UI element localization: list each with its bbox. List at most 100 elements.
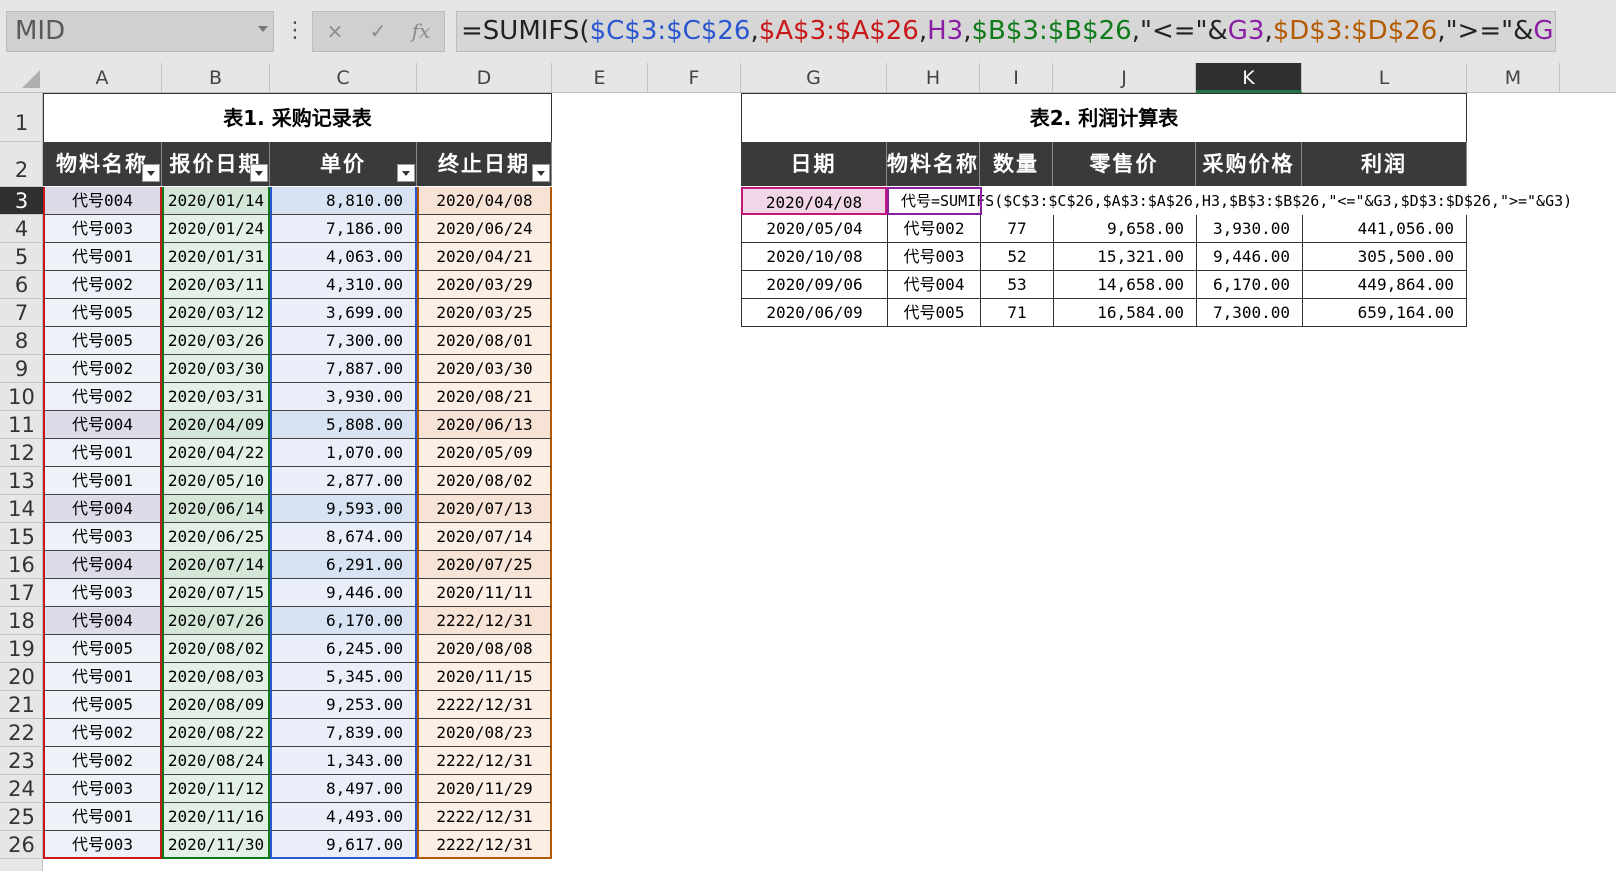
table2-cell[interactable]: 14,658.00 (1053, 271, 1196, 299)
row-header-10[interactable]: 10 (0, 383, 43, 411)
table1-cell[interactable]: 2,877.00 (270, 467, 417, 495)
table2-cell[interactable]: 52 (980, 243, 1053, 271)
table1-cell[interactable]: 4,063.00 (270, 243, 417, 271)
table1-cell[interactable]: 2020/05/09 (417, 439, 552, 467)
table1-cell[interactable]: 代号002 (43, 271, 162, 299)
table1-cell[interactable]: 2020/07/25 (417, 551, 552, 579)
table1-cell[interactable]: 2222/12/31 (417, 691, 552, 719)
table2-cell[interactable]: 代号005 (887, 299, 980, 327)
table2-header-6[interactable]: 利润 (1302, 142, 1467, 186)
table2-cell[interactable]: 305,500.00 (1302, 243, 1467, 271)
table1-cell[interactable]: 2020/08/21 (417, 383, 552, 411)
column-header-c[interactable]: C (270, 63, 417, 93)
table2-header-1[interactable]: 日期 (741, 142, 887, 186)
table1-cell[interactable]: 3,699.00 (270, 299, 417, 327)
table1-cell[interactable]: 2020/11/16 (162, 803, 270, 831)
table1-cell[interactable]: 2222/12/31 (417, 803, 552, 831)
table2-cell[interactable]: 2020/06/09 (741, 299, 887, 327)
table1-cell[interactable]: 6,291.00 (270, 551, 417, 579)
table1-cell[interactable]: 2020/07/13 (417, 495, 552, 523)
filter-dropdown-icon[interactable] (532, 164, 550, 182)
table2-header-2[interactable]: 物料名称 (887, 142, 980, 186)
table1-cell[interactable]: 2020/08/08 (417, 635, 552, 663)
row-header-11[interactable]: 11 (0, 411, 43, 439)
table1-cell[interactable]: 4,310.00 (270, 271, 417, 299)
table2-cell[interactable]: 449,864.00 (1302, 271, 1467, 299)
row-header-20[interactable]: 20 (0, 663, 43, 691)
table1-cell[interactable]: 8,810.00 (270, 187, 417, 215)
table1-cell[interactable]: 2020/06/24 (417, 215, 552, 243)
row-header-2[interactable]: 2 (0, 142, 43, 187)
row-header-4[interactable]: 4 (0, 215, 43, 243)
table1-cell[interactable]: 9,617.00 (270, 831, 417, 859)
name-box[interactable]: MID (6, 11, 274, 52)
table1-cell[interactable]: 2020/03/29 (417, 271, 552, 299)
row-header-9[interactable]: 9 (0, 355, 43, 383)
table1-cell[interactable]: 6,245.00 (270, 635, 417, 663)
column-header-l[interactable]: L (1302, 63, 1467, 93)
table1-cell[interactable]: 2020/08/03 (162, 663, 270, 691)
table1-cell[interactable]: 代号001 (43, 243, 162, 271)
column-header-i[interactable]: I (980, 63, 1053, 93)
table1-cell[interactable]: 代号003 (43, 831, 162, 859)
table2-cell[interactable]: 2020/10/08 (741, 243, 887, 271)
table2-cell[interactable]: 15,321.00 (1053, 243, 1196, 271)
column-header-d[interactable]: D (417, 63, 552, 93)
table1-cell[interactable]: 2222/12/31 (417, 747, 552, 775)
active-cell-editor[interactable]: 代号=SUMIFS($C$3:$C$26,$A$3:$A$26,H3,$B$3:… (887, 187, 1607, 215)
row-header-14[interactable]: 14 (0, 495, 43, 523)
table1-cell[interactable]: 7,839.00 (270, 719, 417, 747)
table1-cell[interactable]: 2020/08/01 (417, 327, 552, 355)
row-header-16[interactable]: 16 (0, 551, 43, 579)
column-header-f[interactable]: F (648, 63, 741, 93)
table1-cell[interactable]: 代号003 (43, 579, 162, 607)
table1-cell[interactable]: 代号003 (43, 523, 162, 551)
column-header-g[interactable]: G (741, 63, 887, 93)
table1-cell[interactable]: 2020/03/30 (417, 355, 552, 383)
table2-cell[interactable]: 659,164.00 (1302, 299, 1467, 327)
column-header-h[interactable]: H (887, 63, 980, 93)
row-header-24[interactable]: 24 (0, 775, 43, 803)
table1-cell[interactable]: 代号004 (43, 495, 162, 523)
table1-cell[interactable]: 2222/12/31 (417, 831, 552, 859)
table2-cell[interactable]: 3,930.00 (1196, 215, 1302, 243)
row-header-6[interactable]: 6 (0, 271, 43, 299)
row-header-22[interactable]: 22 (0, 719, 43, 747)
row-header-7[interactable]: 7 (0, 299, 43, 327)
table1-cell[interactable]: 7,887.00 (270, 355, 417, 383)
table1-cell[interactable]: 2020/04/22 (162, 439, 270, 467)
table1-cell[interactable]: 代号001 (43, 439, 162, 467)
row-header-15[interactable]: 15 (0, 523, 43, 551)
table1-cell[interactable]: 2020/08/02 (417, 467, 552, 495)
column-header-k[interactable]: K (1196, 63, 1302, 93)
column-header-b[interactable]: B (162, 63, 270, 93)
table1-cell[interactable]: 2020/08/22 (162, 719, 270, 747)
table1-cell[interactable]: 代号002 (43, 383, 162, 411)
table1-cell[interactable]: 代号001 (43, 803, 162, 831)
table1-cell[interactable]: 代号002 (43, 719, 162, 747)
table1-cell[interactable]: 9,593.00 (270, 495, 417, 523)
row-header-21[interactable]: 21 (0, 691, 43, 719)
table2-cell[interactable]: 代号002 (887, 215, 980, 243)
cancel-icon[interactable]: × (315, 12, 355, 51)
table1-cell[interactable]: 7,186.00 (270, 215, 417, 243)
filter-dropdown-icon[interactable] (397, 164, 415, 182)
table1-cell[interactable]: 2020/03/12 (162, 299, 270, 327)
column-header-a[interactable]: A (43, 63, 162, 93)
table2-cell[interactable]: 77 (980, 215, 1053, 243)
table1-cell[interactable]: 2020/11/29 (417, 775, 552, 803)
table1-cell[interactable]: 2020/08/24 (162, 747, 270, 775)
filter-dropdown-icon[interactable] (142, 164, 160, 182)
table1-cell[interactable]: 2020/08/09 (162, 691, 270, 719)
table1-cell[interactable]: 代号005 (43, 299, 162, 327)
column-header-e[interactable]: E (552, 63, 648, 93)
table1-cell[interactable]: 代号005 (43, 635, 162, 663)
table1-cell[interactable]: 8,497.00 (270, 775, 417, 803)
row-header-19[interactable]: 19 (0, 635, 43, 663)
formula-input[interactable]: =SUMIFS($C$3:$C$26,$A$3:$A$26,H3,$B$3:$B… (456, 11, 1556, 52)
table1-cell[interactable]: 代号005 (43, 327, 162, 355)
table1-cell[interactable]: 代号003 (43, 215, 162, 243)
table1-header-3[interactable]: 单价 (270, 142, 417, 186)
table1-cell[interactable]: 代号003 (43, 775, 162, 803)
row-header-3[interactable]: 3 (0, 187, 43, 215)
